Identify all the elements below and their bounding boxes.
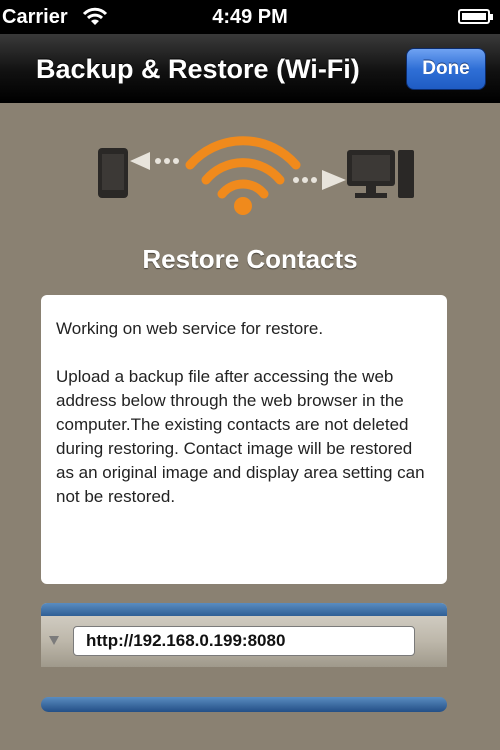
url-panel: http://192.168.0.199:8080 [41, 603, 447, 667]
instructions-text: Upload a backup file after accessing the… [56, 367, 425, 506]
nav-title: Backup & Restore (Wi-Fi) [36, 54, 360, 84]
url-panel-header [41, 603, 447, 616]
navigation-bar: Backup & Restore (Wi-Fi) Done [0, 34, 500, 103]
clock: 4:49 PM [212, 6, 288, 28]
wifi-transfer-illustration [98, 136, 414, 215]
status-message: Working on web service for restore. [56, 319, 324, 338]
wifi-icon [185, 136, 301, 199]
computer-icon [347, 150, 414, 198]
disclosure-arrow-icon [49, 636, 59, 645]
bottom-bar [41, 697, 447, 712]
url-field[interactable]: http://192.168.0.199:8080 [73, 626, 415, 656]
battery-icon [458, 9, 493, 24]
status-bar: Carrier 4:49 PM [0, 0, 500, 34]
info-panel: Working on web service for restore. Uplo… [41, 295, 447, 584]
done-button[interactable]: Done [406, 48, 486, 90]
section-title: Restore Contacts [142, 244, 358, 274]
phone-icon [98, 148, 128, 198]
